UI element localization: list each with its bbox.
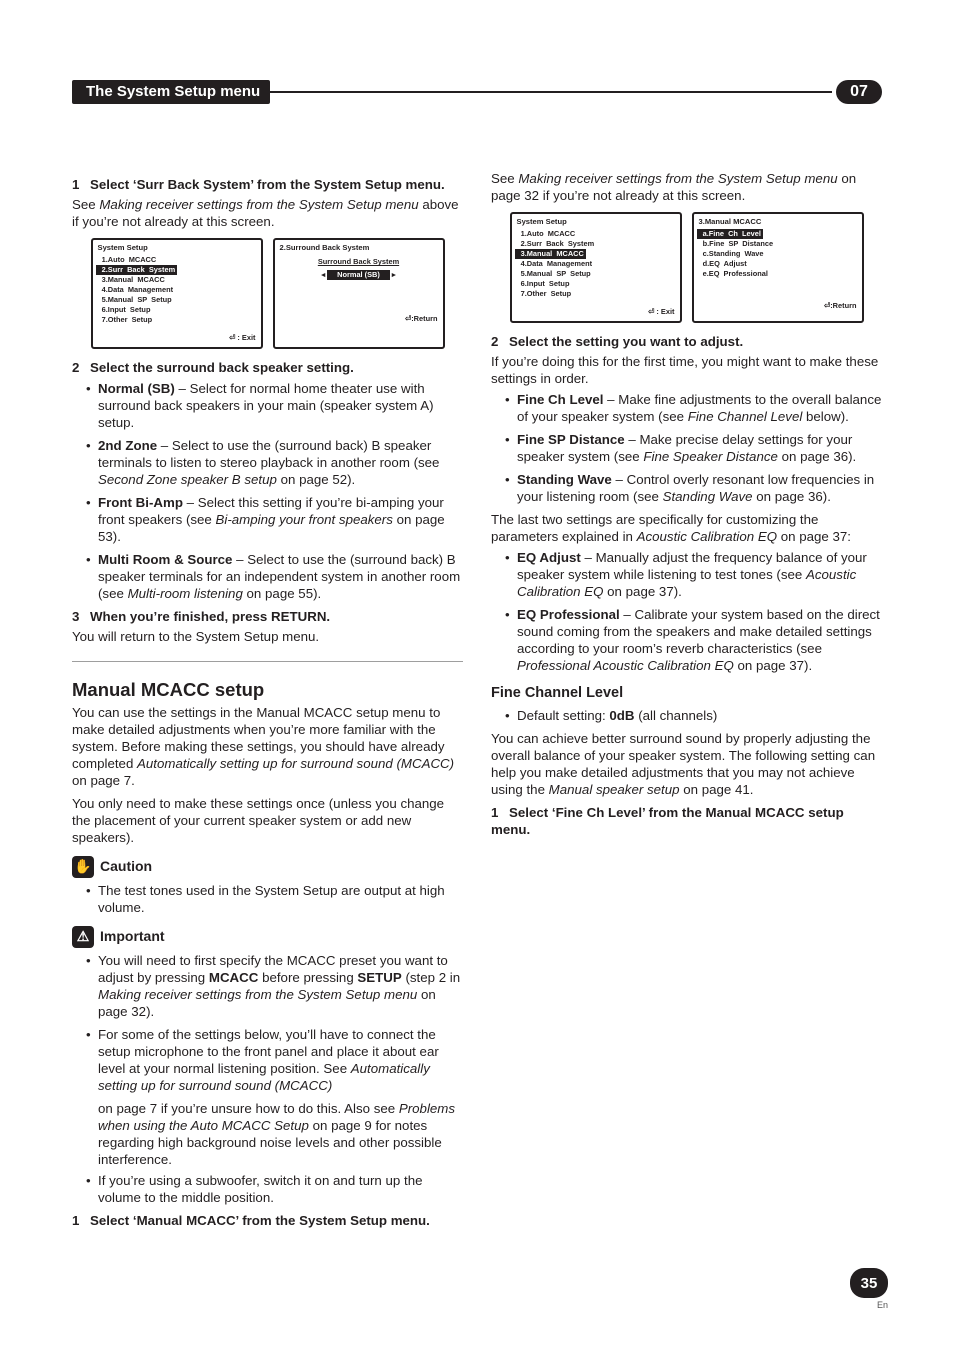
page-number-wrap: 35 En <box>850 1268 888 1312</box>
osd-list: 1.Auto MCACC 2.Surr Back System 3.Manual… <box>98 255 256 325</box>
content-columns: 1Select ‘Surr Back System’ from the Syst… <box>72 170 882 1258</box>
mp2: You only need to make these settings onc… <box>72 795 463 846</box>
list-item: •EQ Professional – Calibrate your system… <box>505 606 882 674</box>
caution-list: •The test tones used in the System Setup… <box>86 882 463 916</box>
osd-pair-2: System Setup 1.Auto MCACC 2.Surr Back Sy… <box>491 212 882 323</box>
c2-step2: 2Select the setting you want to adjust. <box>491 333 882 350</box>
c2-list-a: •Fine Ch Level – Make fine adjustments t… <box>505 391 882 505</box>
chapter-header: The System Setup menu 07 <box>72 80 882 104</box>
caution-heading: ✋ Caution <box>72 856 463 878</box>
h2-manual-mcacc: Manual MCACC setup <box>72 678 463 702</box>
c2-cont: on page 7 if you’re unsure how to do thi… <box>98 1100 463 1168</box>
c1-p1: See Making receiver settings from the Sy… <box>72 196 463 230</box>
c1-step2: 2Select the surround back speaker settin… <box>72 359 463 376</box>
fp1: You can achieve better surround sound by… <box>491 730 882 798</box>
hand-icon: ✋ <box>72 856 94 878</box>
c2-p3: The last two settings are specifically f… <box>491 511 882 545</box>
mp1: You can use the settings in the Manual M… <box>72 704 463 789</box>
c2-sw-list: •If you’re using a subwoofer, switch it … <box>86 1172 463 1206</box>
c1-p3: You will return to the System Setup menu… <box>72 628 463 645</box>
list-item: •Standing Wave – Control overly resonant… <box>505 471 882 505</box>
header-line <box>270 91 832 93</box>
list-item: •You will need to first specify the MCAC… <box>86 952 463 1020</box>
list-item: •Fine Ch Level – Make fine adjustments t… <box>505 391 882 425</box>
list-item: •Multi Room & Source – Select to use the… <box>86 551 463 602</box>
list-item: •2nd Zone – Select to use the (surround … <box>86 437 463 488</box>
chapter-number: 07 <box>836 80 882 104</box>
osd-manual-mcacc: 3.Manual MCACC a.Fine Ch Level b.Fine SP… <box>692 212 864 323</box>
c2-p1: See Making receiver settings from the Sy… <box>491 170 882 204</box>
section-rule <box>72 661 463 662</box>
important-heading: ⚠ Important <box>72 926 463 948</box>
h3-fine-ch: Fine Channel Level <box>491 684 882 703</box>
c2-list-b: •EQ Adjust – Manually adjust the frequen… <box>505 549 882 674</box>
list-item: •Normal (SB) – Select for normal home th… <box>86 380 463 431</box>
list-item: •If you’re using a subwoofer, switch it … <box>86 1172 463 1206</box>
osd-surr-back: 2.Surround Back System Surround Back Sys… <box>273 238 445 349</box>
c1-step3: 3When you’re finished, press RETURN. <box>72 608 463 625</box>
osd-pair-1: System Setup 1.Auto MCACC 2.Surr Back Sy… <box>72 238 463 349</box>
list-item: •Fine SP Distance – Make precise delay s… <box>505 431 882 465</box>
important-list: •You will need to first specify the MCAC… <box>86 952 463 1094</box>
default-list: •Default setting: 0dB (all channels) <box>505 707 882 724</box>
page-number: 35 <box>850 1268 888 1298</box>
osd-system-setup-1: System Setup 1.Auto MCACC 2.Surr Back Sy… <box>91 238 263 349</box>
c1-list-options: •Normal (SB) – Select for normal home th… <box>86 380 463 602</box>
page-lang: En <box>850 1300 888 1312</box>
list-item: •EQ Adjust – Manually adjust the frequen… <box>505 549 882 600</box>
list-item: •For some of the settings below, you’ll … <box>86 1026 463 1094</box>
warning-icon: ⚠ <box>72 926 94 948</box>
c2-fstep1: 1Select ‘Fine Ch Level’ from the Manual … <box>491 804 882 838</box>
osd-system-setup-2: System Setup 1.Auto MCACC 2.Surr Back Sy… <box>510 212 682 323</box>
c2-step1: 1Select ‘Manual MCACC’ from the System S… <box>72 1212 463 1229</box>
list-item: •The test tones used in the System Setup… <box>86 882 463 916</box>
chapter-title: The System Setup menu <box>72 80 270 104</box>
c1-step1: 1Select ‘Surr Back System’ from the Syst… <box>72 176 463 193</box>
list-item: •Front Bi-Amp – Select this setting if y… <box>86 494 463 545</box>
c2-p2: If you’re doing this for the first time,… <box>491 353 882 387</box>
list-item: •Default setting: 0dB (all channels) <box>505 707 882 724</box>
